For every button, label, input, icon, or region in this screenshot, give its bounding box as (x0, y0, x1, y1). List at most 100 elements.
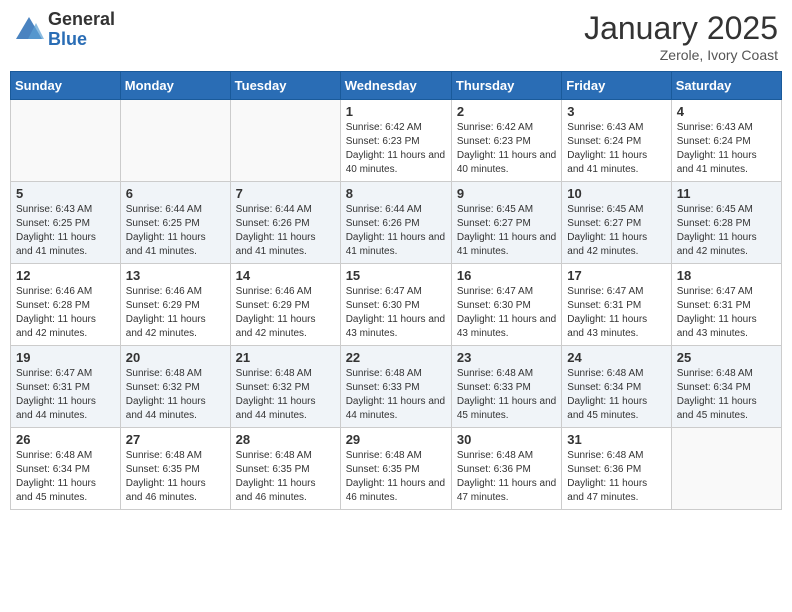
calendar-day-cell: 29 Sunrise: 6:48 AM Sunset: 6:35 PM Dayli… (340, 428, 451, 510)
calendar-day-cell: 8 Sunrise: 6:44 AM Sunset: 6:26 PM Daylig… (340, 182, 451, 264)
calendar-day-cell: 13 Sunrise: 6:46 AM Sunset: 6:29 PM Dayli… (120, 264, 230, 346)
day-number: 21 (236, 350, 335, 365)
calendar-day-cell: 7Sunrise: 6:44 AM Sunset: 6:26 PM Daylig… (230, 182, 340, 264)
calendar-day-cell: 27 Sunrise: 6:48 AM Sunset: 6:35 PM Dayli… (120, 428, 230, 510)
calendar-day-cell: 21 Sunrise: 6:48 AM Sunset: 6:32 PM Dayli… (230, 346, 340, 428)
calendar-day-cell: 26 Sunrise: 6:48 AM Sunset: 6:34 PM Dayli… (11, 428, 121, 510)
day-number: 31 (567, 432, 665, 447)
day-info: Sunrise: 6:48 AM Sunset: 6:35 PM Dayligh… (346, 449, 446, 505)
day-info: Sunrise: 6:48 AM Sunset: 6:33 PM Dayligh… (457, 367, 556, 423)
day-number: 5 (16, 186, 115, 201)
logo-icon (14, 15, 44, 45)
logo: General Blue (14, 10, 115, 50)
day-number: 17 (567, 268, 665, 283)
calendar-day-cell: 30Sunrise: 6:48 AM Sunset: 6:36 PM Dayli… (451, 428, 561, 510)
day-info: Sunrise: 6:47 AM Sunset: 6:31 PM Dayligh… (567, 285, 665, 341)
calendar-day-cell: 12 Sunrise: 6:46 AM Sunset: 6:28 PM Dayli… (11, 264, 121, 346)
month-title: January 2025 (584, 10, 778, 47)
calendar-day-cell: 25Sunrise: 6:48 AM Sunset: 6:34 PM Dayli… (671, 346, 781, 428)
day-number: 18 (677, 268, 776, 283)
day-info: Sunrise: 6:48 AM Sunset: 6:35 PM Dayligh… (126, 449, 225, 505)
logo-blue-text: Blue (48, 30, 115, 50)
day-number: 8 (346, 186, 446, 201)
weekday-header-tuesday: Tuesday (230, 72, 340, 100)
calendar-empty-cell (671, 428, 781, 510)
day-info: Sunrise: 6:47 AM Sunset: 6:31 PM Dayligh… (677, 285, 776, 341)
day-number: 11 (677, 186, 776, 201)
weekday-header-friday: Friday (562, 72, 671, 100)
day-info: Sunrise: 6:44 AM Sunset: 6:26 PM Dayligh… (346, 203, 446, 259)
weekday-header-row: SundayMondayTuesdayWednesdayThursdayFrid… (11, 72, 782, 100)
day-number: 26 (16, 432, 115, 447)
day-number: 20 (126, 350, 225, 365)
calendar-week-row: 1 Sunrise: 6:42 AM Sunset: 6:23 PM Daylig… (11, 100, 782, 182)
day-info: Sunrise: 6:43 AM Sunset: 6:24 PM Dayligh… (567, 121, 665, 177)
page-header: General Blue January 2025 Zerole, Ivory … (10, 10, 782, 63)
title-section: January 2025 Zerole, Ivory Coast (584, 10, 778, 63)
day-number: 23 (457, 350, 556, 365)
weekday-header-thursday: Thursday (451, 72, 561, 100)
day-number: 9 (457, 186, 556, 201)
day-info: Sunrise: 6:44 AM Sunset: 6:25 PM Dayligh… (126, 203, 225, 259)
day-number: 29 (346, 432, 446, 447)
day-info: Sunrise: 6:45 AM Sunset: 6:28 PM Dayligh… (677, 203, 776, 259)
calendar-day-cell: 22 Sunrise: 6:48 AM Sunset: 6:33 PM Dayli… (340, 346, 451, 428)
calendar-day-cell: 20 Sunrise: 6:48 AM Sunset: 6:32 PM Dayli… (120, 346, 230, 428)
day-info: Sunrise: 6:43 AM Sunset: 6:24 PM Dayligh… (677, 121, 776, 177)
day-number: 27 (126, 432, 225, 447)
calendar-empty-cell (230, 100, 340, 182)
day-info: Sunrise: 6:47 AM Sunset: 6:30 PM Dayligh… (457, 285, 556, 341)
day-info: Sunrise: 6:46 AM Sunset: 6:28 PM Dayligh… (16, 285, 115, 341)
calendar-day-cell: 16Sunrise: 6:47 AM Sunset: 6:30 PM Dayli… (451, 264, 561, 346)
day-number: 4 (677, 104, 776, 119)
day-info: Sunrise: 6:42 AM Sunset: 6:23 PM Dayligh… (346, 121, 446, 177)
calendar-day-cell: 17 Sunrise: 6:47 AM Sunset: 6:31 PM Dayli… (562, 264, 671, 346)
day-number: 10 (567, 186, 665, 201)
day-info: Sunrise: 6:45 AM Sunset: 6:27 PM Dayligh… (567, 203, 665, 259)
day-number: 3 (567, 104, 665, 119)
calendar-day-cell: 19Sunrise: 6:47 AM Sunset: 6:31 PM Dayli… (11, 346, 121, 428)
day-info: Sunrise: 6:46 AM Sunset: 6:29 PM Dayligh… (236, 285, 335, 341)
calendar-day-cell: 15 Sunrise: 6:47 AM Sunset: 6:30 PM Dayli… (340, 264, 451, 346)
calendar-week-row: 12 Sunrise: 6:46 AM Sunset: 6:28 PM Dayli… (11, 264, 782, 346)
calendar-day-cell: 2Sunrise: 6:42 AM Sunset: 6:23 PM Daylig… (451, 100, 561, 182)
day-info: Sunrise: 6:47 AM Sunset: 6:30 PM Dayligh… (346, 285, 446, 341)
day-number: 1 (346, 104, 446, 119)
day-info: Sunrise: 6:48 AM Sunset: 6:33 PM Dayligh… (346, 367, 446, 423)
calendar-week-row: 19Sunrise: 6:47 AM Sunset: 6:31 PM Dayli… (11, 346, 782, 428)
location: Zerole, Ivory Coast (584, 47, 778, 63)
day-number: 30 (457, 432, 556, 447)
day-number: 14 (236, 268, 335, 283)
day-info: Sunrise: 6:48 AM Sunset: 6:32 PM Dayligh… (126, 367, 225, 423)
calendar-day-cell: 3 Sunrise: 6:43 AM Sunset: 6:24 PM Daylig… (562, 100, 671, 182)
calendar-day-cell: 6 Sunrise: 6:44 AM Sunset: 6:25 PM Daylig… (120, 182, 230, 264)
weekday-header-sunday: Sunday (11, 72, 121, 100)
day-number: 22 (346, 350, 446, 365)
day-info: Sunrise: 6:48 AM Sunset: 6:32 PM Dayligh… (236, 367, 335, 423)
calendar-table: SundayMondayTuesdayWednesdayThursdayFrid… (10, 71, 782, 510)
day-info: Sunrise: 6:46 AM Sunset: 6:29 PM Dayligh… (126, 285, 225, 341)
calendar-day-cell: 28Sunrise: 6:48 AM Sunset: 6:35 PM Dayli… (230, 428, 340, 510)
calendar-day-cell: 18 Sunrise: 6:47 AM Sunset: 6:31 PM Dayli… (671, 264, 781, 346)
calendar-day-cell: 24Sunrise: 6:48 AM Sunset: 6:34 PM Dayli… (562, 346, 671, 428)
calendar-day-cell: 10 Sunrise: 6:45 AM Sunset: 6:27 PM Dayli… (562, 182, 671, 264)
day-info: Sunrise: 6:48 AM Sunset: 6:36 PM Dayligh… (567, 449, 665, 505)
logo-general-text: General (48, 10, 115, 30)
calendar-day-cell: 4 Sunrise: 6:43 AM Sunset: 6:24 PM Daylig… (671, 100, 781, 182)
weekday-header-wednesday: Wednesday (340, 72, 451, 100)
day-info: Sunrise: 6:42 AM Sunset: 6:23 PM Dayligh… (457, 121, 556, 177)
day-info: Sunrise: 6:48 AM Sunset: 6:34 PM Dayligh… (677, 367, 776, 423)
calendar-week-row: 5 Sunrise: 6:43 AM Sunset: 6:25 PM Daylig… (11, 182, 782, 264)
day-number: 6 (126, 186, 225, 201)
day-info: Sunrise: 6:48 AM Sunset: 6:34 PM Dayligh… (16, 449, 115, 505)
day-info: Sunrise: 6:43 AM Sunset: 6:25 PM Dayligh… (16, 203, 115, 259)
day-info: Sunrise: 6:48 AM Sunset: 6:34 PM Dayligh… (567, 367, 665, 423)
calendar-day-cell: 11 Sunrise: 6:45 AM Sunset: 6:28 PM Dayli… (671, 182, 781, 264)
calendar-empty-cell (11, 100, 121, 182)
day-info: Sunrise: 6:47 AM Sunset: 6:31 PM Dayligh… (16, 367, 115, 423)
day-number: 15 (346, 268, 446, 283)
calendar-day-cell: 14 Sunrise: 6:46 AM Sunset: 6:29 PM Dayli… (230, 264, 340, 346)
day-number: 12 (16, 268, 115, 283)
day-number: 7 (236, 186, 335, 201)
day-number: 13 (126, 268, 225, 283)
